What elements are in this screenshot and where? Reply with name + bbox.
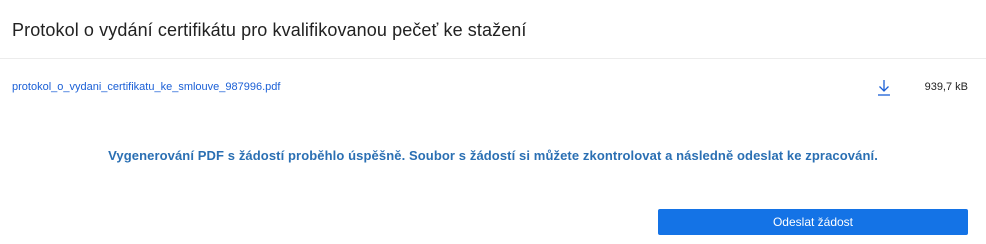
download-panel: Protokol o vydání certifikátu pro kvalif… [0, 0, 986, 244]
submit-request-button[interactable]: Odeslat žádost [658, 209, 968, 235]
download-icon[interactable] [877, 78, 891, 98]
file-size: 939,7 kB [924, 81, 968, 93]
divider [0, 58, 986, 59]
success-message: Vygenerování PDF s žádostí proběhlo úspě… [108, 148, 878, 163]
file-download-link[interactable]: protokol_o_vydani_certifikatu_ke_smlouve… [12, 81, 280, 93]
file-row: protokol_o_vydani_certifikatu_ke_smlouve… [12, 78, 968, 100]
page-title: Protokol o vydání certifikátu pro kvalif… [12, 20, 527, 40]
